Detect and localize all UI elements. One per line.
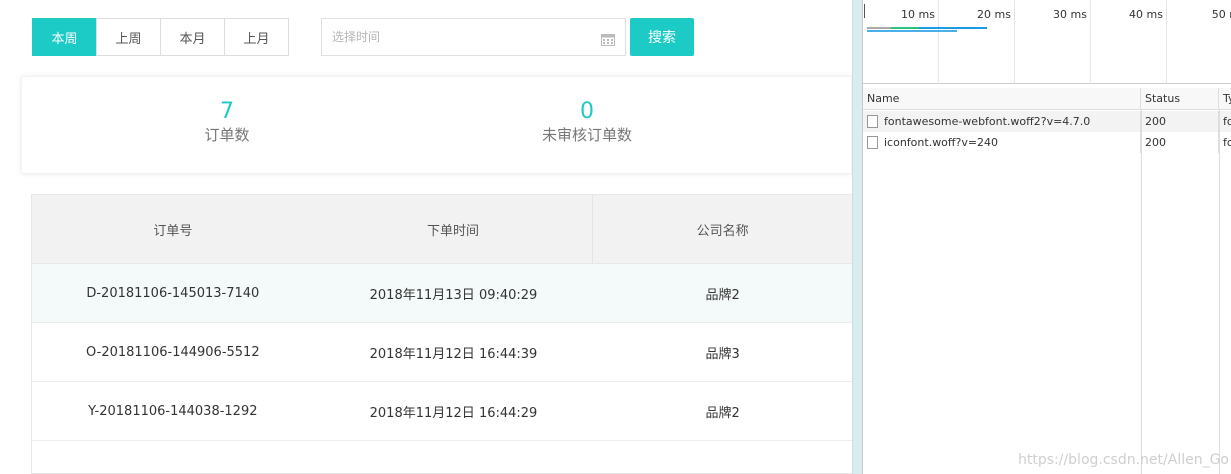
table-header: 订单号 下单时间 公司名称 bbox=[32, 195, 852, 264]
network-request-row[interactable]: iconfont.woff?v=240 200 fo bbox=[863, 132, 1231, 153]
date-picker-field[interactable] bbox=[321, 18, 626, 56]
company-cell: 品牌2 bbox=[705, 287, 740, 303]
timeline-tick: 40 ms bbox=[1091, 0, 1167, 84]
waterfall-waiting-bar bbox=[891, 27, 919, 29]
order-time-cell: 2018年11月12日 16:44:39 bbox=[369, 346, 538, 362]
order-no-cell: Y-20181106-144038-1292 bbox=[88, 403, 258, 419]
column-status-header[interactable]: Status bbox=[1141, 88, 1219, 109]
table-row[interactable]: D-20181106-145013-7140 2018年11月13日 09:40… bbox=[32, 264, 852, 323]
timeline-tick: 50 m bbox=[1211, 8, 1231, 21]
search-button[interactable]: 搜索 bbox=[630, 18, 694, 56]
orders-count-label: 订单数 bbox=[204, 126, 250, 144]
column-header-order-time[interactable]: 下单时间 bbox=[314, 195, 594, 263]
network-request-row[interactable]: fontawesome-webfont.woff2?v=4.7.0 200 fo bbox=[863, 111, 1231, 132]
file-icon bbox=[867, 115, 878, 128]
timeline-cursor bbox=[864, 4, 865, 18]
column-divider bbox=[1141, 110, 1142, 474]
period-last-week-button[interactable]: 上周 bbox=[96, 18, 161, 56]
orders-count: 7 bbox=[220, 99, 234, 124]
stats-panel: 7 订单数 0 未审核订单数 bbox=[21, 76, 852, 174]
column-name-header[interactable]: Name bbox=[863, 88, 1141, 109]
company-cell: 品牌3 bbox=[705, 346, 740, 362]
order-page: 本周 上周 本月 上月 搜索 7 订单数 bbox=[0, 0, 852, 474]
watermark-text: https://blog.csdn.net/Allen_Go bbox=[1017, 452, 1229, 468]
request-name-cell: iconfont.woff?v=240 bbox=[863, 132, 1141, 153]
request-status-cell: 200 bbox=[1141, 111, 1219, 132]
table-row[interactable]: Y-20181106-144038-1292 2018年11月12日 16:44… bbox=[32, 382, 852, 441]
unreviewed-stat: 0 未审核订单数 bbox=[487, 99, 687, 145]
timeline-tick: 20 ms bbox=[939, 0, 1015, 84]
unreviewed-count: 0 bbox=[580, 99, 594, 124]
devtools-network-panel: 10 ms 20 ms 30 ms 40 ms 50 m Name Status… bbox=[862, 0, 1231, 474]
panel-resize-divider[interactable] bbox=[852, 0, 862, 474]
request-type-cell: fo bbox=[1223, 115, 1231, 128]
column-type-header[interactable]: Ty bbox=[1219, 88, 1231, 109]
company-cell: 品牌2 bbox=[705, 405, 740, 421]
waterfall-download-bar bbox=[919, 27, 987, 29]
timeline-tick: 30 ms bbox=[1015, 0, 1091, 84]
orders-stat: 7 订单数 bbox=[127, 99, 327, 145]
unreviewed-count-label: 未审核订单数 bbox=[541, 126, 632, 144]
request-name-cell: fontawesome-webfont.woff2?v=4.7.0 bbox=[863, 111, 1141, 132]
date-input[interactable] bbox=[332, 30, 601, 44]
period-this-week-button[interactable]: 本周 bbox=[32, 18, 97, 56]
calendar-icon[interactable] bbox=[601, 31, 615, 46]
order-no-cell: O-20181106-144906-5512 bbox=[86, 344, 260, 360]
orders-table: 订单号 下单时间 公司名称 D-20181106-145013-7140 201… bbox=[31, 194, 852, 474]
order-time-cell: 2018年11月13日 09:40:29 bbox=[369, 287, 538, 303]
column-header-order-no[interactable]: 订单号 bbox=[32, 195, 314, 263]
waterfall-download-bar bbox=[867, 30, 957, 32]
period-segmented-control: 本周 上周 本月 上月 bbox=[32, 18, 289, 56]
column-divider bbox=[1219, 110, 1220, 474]
table-row[interactable]: O-20181106-144906-5512 2018年11月12日 16:44… bbox=[32, 323, 852, 382]
network-overview-timeline[interactable]: 10 ms 20 ms 30 ms 40 ms 50 m bbox=[863, 0, 1231, 84]
file-icon bbox=[867, 136, 878, 149]
period-this-month-button[interactable]: 本月 bbox=[160, 18, 225, 56]
timeline-tick: 10 ms bbox=[863, 0, 939, 84]
order-time-cell: 2018年11月12日 16:44:29 bbox=[369, 405, 538, 421]
request-status-cell: 200 bbox=[1141, 132, 1219, 153]
order-no-cell: D-20181106-145013-7140 bbox=[86, 285, 260, 301]
network-table-header: Name Status Ty bbox=[863, 88, 1231, 110]
period-last-month-button[interactable]: 上月 bbox=[224, 18, 289, 56]
request-type-cell: fo bbox=[1223, 136, 1231, 149]
column-header-company[interactable]: 公司名称 bbox=[593, 195, 852, 263]
